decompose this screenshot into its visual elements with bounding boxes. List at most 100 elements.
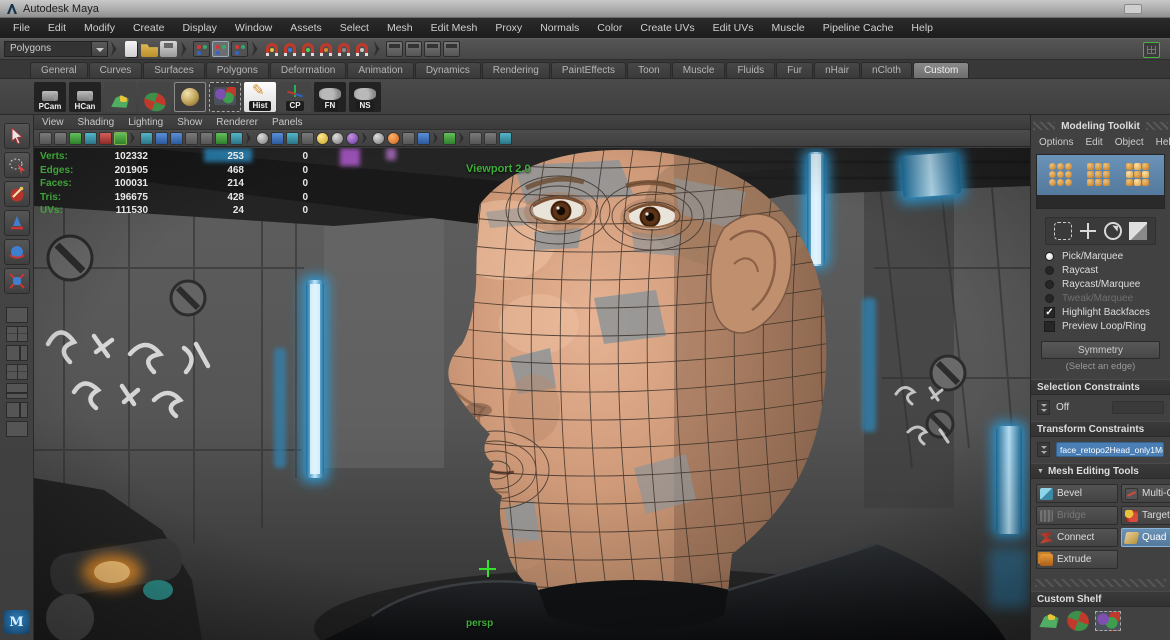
menu-create-uvs[interactable]: Create UVs [631,22,703,34]
menu-proxy[interactable]: Proxy [486,22,531,34]
select-component-icon[interactable] [231,41,248,57]
radio-pick-marquee[interactable]: Pick/Marquee [1031,249,1170,263]
shaded-icon[interactable] [271,132,284,145]
grid-toggle-icon[interactable] [1143,42,1160,58]
toolbar-separator[interactable] [252,41,260,57]
render-view-icon[interactable] [386,41,403,57]
bookmark-icon[interactable] [84,132,97,145]
menu-color[interactable]: Color [588,22,631,34]
selection-constraints-header[interactable]: Selection Constraints [1031,379,1170,395]
panel-menu-lighting[interactable]: Lighting [128,117,163,128]
shelf-tab-curves[interactable]: Curves [89,62,143,78]
transform-constraints-header[interactable]: Transform Constraints [1031,421,1170,437]
use-all-lights-icon[interactable] [301,132,314,145]
selection-constraint-value[interactable]: Off [1056,402,1069,413]
shelf-tab-polygons[interactable]: Polygons [206,62,269,78]
motion-blur-icon[interactable] [387,132,400,145]
viewport-scene[interactable]: Verts: 102332 253 0 Edges: 201905 468 0 … [34,148,1030,640]
view-cube-icon[interactable] [114,132,127,145]
shelf-tab-muscle[interactable]: Muscle [672,62,726,78]
snap-curve-icon[interactable] [284,43,296,56]
connect-button[interactable]: Connect [1036,528,1118,547]
shelf-tab-surfaces[interactable]: Surfaces [143,62,204,78]
toolbar-separator[interactable] [181,41,189,57]
ipr-render-icon[interactable] [424,41,441,57]
custom-shelf-header[interactable]: Custom Shelf [1031,591,1170,607]
shelf-tab-deformation[interactable]: Deformation [270,62,346,78]
gate-mask-icon[interactable] [185,132,198,145]
paint-weights-shelf-button[interactable] [104,82,136,112]
radio-raycast[interactable]: Raycast [1031,263,1170,277]
make-live-icon[interactable] [356,43,368,56]
shelf-tab-dynamics[interactable]: Dynamics [415,62,481,78]
layout-persp-uv-button[interactable] [6,402,28,418]
safe-title-icon[interactable] [230,132,243,145]
constraint-dropdown-icon[interactable] [1037,442,1050,457]
cp-shelf-button[interactable]: CP [279,82,311,112]
transform-constraint-value[interactable]: face_retopo2Head_only1Me [1056,442,1164,457]
panel-menu-shading[interactable]: Shading [78,117,115,128]
hcam-shelf-button[interactable]: HCan [69,82,101,112]
shelf-tab-toon[interactable]: Toon [627,62,671,78]
image-plane-icon[interactable] [99,132,112,145]
select-camera-icon[interactable] [39,132,52,145]
toolkit-menu-object[interactable]: Object [1115,137,1144,148]
camera-attributes-icon[interactable] [69,132,82,145]
scale-icon[interactable] [1129,222,1147,240]
layout-single-pane-button[interactable] [6,307,28,323]
exposure-icon[interactable] [499,132,512,145]
checkbox-highlight-backfaces[interactable]: ✓ Highlight Backfaces [1031,305,1170,319]
extrude-button[interactable]: Extrude [1036,550,1118,569]
panel-resize-grip[interactable] [1035,579,1166,587]
hand-lock-icon[interactable] [1037,611,1061,631]
open-scene-icon[interactable] [141,41,158,57]
minimize-button[interactable] [1124,4,1142,14]
flower-shelf-button[interactable] [139,82,171,112]
xray-joints-icon[interactable] [484,132,497,145]
shelf-tab-nhair[interactable]: nHair [814,62,860,78]
menu-help[interactable]: Help [902,22,942,34]
shadows-icon[interactable] [346,132,359,145]
shelf-tab-fluids[interactable]: Fluids [726,62,775,78]
scale-tool-button[interactable] [4,268,30,294]
panel-menu-view[interactable]: View [42,117,64,128]
constraint-dropdown-icon[interactable] [1037,400,1050,415]
sphere-shelf-button[interactable] [174,82,206,112]
panel-menu-show[interactable]: Show [177,117,202,128]
layout-persp-graph-button[interactable] [6,364,28,380]
maya-logo[interactable]: M [4,610,30,634]
select-object-icon[interactable] [212,41,229,57]
mesh-editing-tools-header[interactable]: ▼ Mesh Editing Tools [1031,463,1170,479]
ns-shelf-button[interactable]: NS [349,82,381,112]
bevel-button[interactable]: Bevel [1036,484,1118,503]
menu-set-dropdown[interactable]: Polygons [4,41,108,57]
new-scene-icon[interactable] [125,41,137,57]
multisample-icon[interactable] [402,132,415,145]
fn-shelf-button[interactable]: FN [314,82,346,112]
isolate-select-icon[interactable] [443,132,456,145]
shelf-tab-fur[interactable]: Fur [776,62,813,78]
radio-raycast-marquee[interactable]: Raycast/Marquee [1031,277,1170,291]
menu-window[interactable]: Window [226,22,281,34]
shelf-tab-general[interactable]: General [30,62,88,78]
pcam-shelf-button[interactable]: PCam [34,82,66,112]
occlusion-icon[interactable] [372,132,385,145]
save-scene-icon[interactable] [160,41,177,57]
snap-grid-icon[interactable] [266,43,278,56]
shelf-tab-rendering[interactable]: Rendering [482,62,550,78]
shelf-tab-animation[interactable]: Animation [347,62,413,78]
shelf-tab-painteffects[interactable]: PaintEffects [551,62,626,78]
selection-set-icon[interactable] [1095,611,1121,631]
flower-icon[interactable] [1064,608,1092,634]
menu-file[interactable]: File [4,22,39,34]
layout-custom-button[interactable] [6,421,28,437]
checkbox-preview-loop-ring[interactable]: Preview Loop/Ring [1031,319,1170,333]
rotate-icon[interactable] [1104,222,1122,240]
default-light-icon[interactable] [316,132,329,145]
toolbar-separator[interactable] [374,41,382,57]
move-icon[interactable] [1079,222,1097,240]
textured-icon[interactable] [286,132,299,145]
menu-display[interactable]: Display [173,22,225,34]
film-gate-icon[interactable] [155,132,168,145]
grid-icon[interactable] [140,132,153,145]
